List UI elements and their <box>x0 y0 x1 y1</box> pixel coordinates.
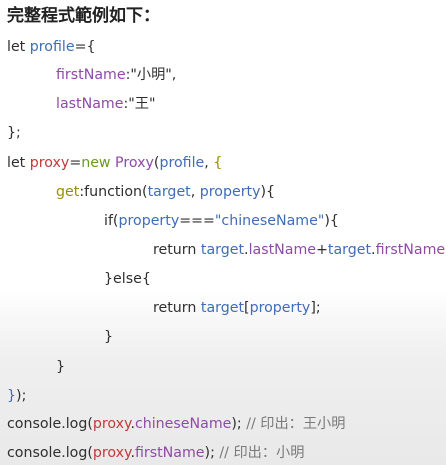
console-log: console.log( <box>7 416 93 432</box>
keyword-return: return <box>153 300 197 316</box>
property-firstName: firstName <box>134 445 205 461</box>
code-line-13: }); <box>7 382 26 410</box>
code-token: } <box>56 359 66 375</box>
code-line-10: return target[property]; <box>153 294 321 322</box>
keyword-get: get <box>56 184 80 200</box>
variable-proxy: proxy <box>92 416 131 432</box>
code-token: ){ <box>324 213 339 229</box>
keyword-let: let <box>7 39 26 55</box>
section-heading: 完整程式範例如下： <box>7 6 160 26</box>
param-target: target <box>147 184 191 200</box>
operator: === <box>179 213 215 229</box>
property-chineseName: chineseName <box>134 416 232 432</box>
field-lastName: lastName <box>248 242 317 258</box>
code-line-9: }else{ <box>104 265 151 293</box>
code-line-6: get:function(target, property){ <box>56 178 275 206</box>
string-value: "小明", <box>130 67 177 83</box>
argument-profile: profile <box>159 155 205 171</box>
variable-target: target <box>200 300 245 316</box>
string-chineseName: "chineseName" <box>214 213 325 229</box>
code-comment: // 印出：王小明 <box>241 416 346 432</box>
variable-proxy: proxy <box>92 445 131 461</box>
code-comment: // 印出：小明 <box>214 445 305 461</box>
code-line-15: console.log(proxy.firstName); // 印出：小明 <box>7 439 304 467</box>
code-token: }; <box>7 125 21 141</box>
keyword-return: return <box>153 242 197 258</box>
code-line-7: if(property==="chineseName"){ <box>104 207 339 235</box>
code-token: ={ <box>74 39 96 55</box>
code-token: ]; <box>310 300 321 316</box>
console-log: console.log( <box>7 445 93 461</box>
code-line-4: }; <box>7 119 21 147</box>
code-line-12: } <box>56 353 65 381</box>
code-token: ); <box>16 388 27 404</box>
field-firstName: firstName <box>375 242 446 258</box>
code-token: } <box>104 329 114 345</box>
code-brace: { <box>213 155 223 171</box>
code-line-2: firstName:"小明", <box>56 61 176 89</box>
key-lastName: lastName <box>56 96 124 112</box>
code-token: ); <box>231 416 242 432</box>
keyword-let: let <box>7 155 26 171</box>
code-token: ){ <box>260 184 276 200</box>
code-token: = <box>69 155 82 171</box>
key-firstName: firstName <box>56 67 126 83</box>
variable-property: property <box>249 300 311 316</box>
code-line-1: let profile={ <box>7 33 96 61</box>
class-proxy: Proxy <box>115 155 154 171</box>
code-token: ); <box>204 445 215 461</box>
code-line-8: return target.lastName+target.firstName; <box>153 236 446 264</box>
code-line-5: let proxy=new Proxy(profile, { <box>7 149 222 177</box>
code-token: , <box>204 155 209 171</box>
code-line-3: lastName:"王" <box>56 90 155 118</box>
variable-property: property <box>118 213 180 229</box>
code-token: , <box>190 184 196 200</box>
string-value: "王" <box>128 96 156 112</box>
code-token: }else{ <box>104 271 151 287</box>
operator: + <box>316 242 328 258</box>
param-property: property <box>199 184 261 200</box>
code-line-14: console.log(proxy.chineseName); // 印出：王小… <box>7 410 345 438</box>
variable-profile: profile <box>29 39 75 55</box>
variable-target: target <box>327 242 372 258</box>
code-token: :function( <box>79 184 148 200</box>
code-line-11: } <box>104 323 113 351</box>
keyword-if: if( <box>104 213 119 229</box>
code-brace: } <box>7 388 17 404</box>
keyword-new: new <box>81 155 111 171</box>
variable-target: target <box>200 242 245 258</box>
variable-proxy: proxy <box>29 155 70 171</box>
